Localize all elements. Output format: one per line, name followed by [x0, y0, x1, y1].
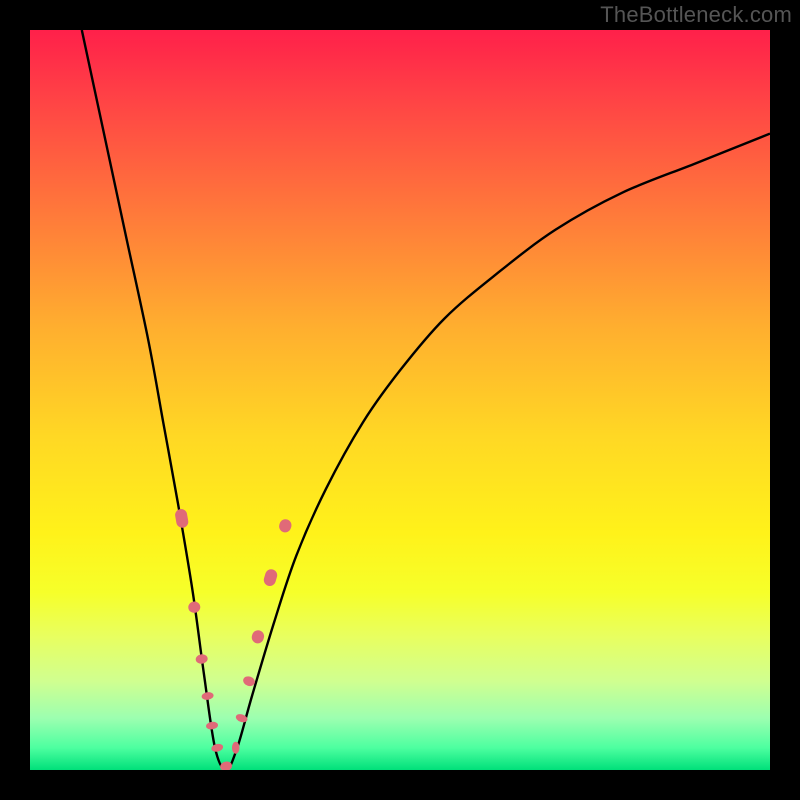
plot-area [30, 30, 770, 770]
curve-layer [82, 30, 770, 770]
bead [201, 691, 214, 700]
bead [187, 601, 201, 614]
bead [262, 568, 278, 588]
bead [211, 743, 224, 753]
bead [250, 629, 265, 645]
highlight-beads [174, 508, 293, 770]
bead [174, 508, 189, 529]
bottleneck-curve [82, 30, 770, 770]
plot-svg [30, 30, 770, 770]
bead [195, 653, 208, 664]
bead [206, 721, 219, 730]
bead [278, 518, 293, 534]
watermark-text: TheBottleneck.com [600, 2, 792, 28]
bead [232, 742, 240, 754]
chart-frame: TheBottleneck.com [0, 0, 800, 800]
